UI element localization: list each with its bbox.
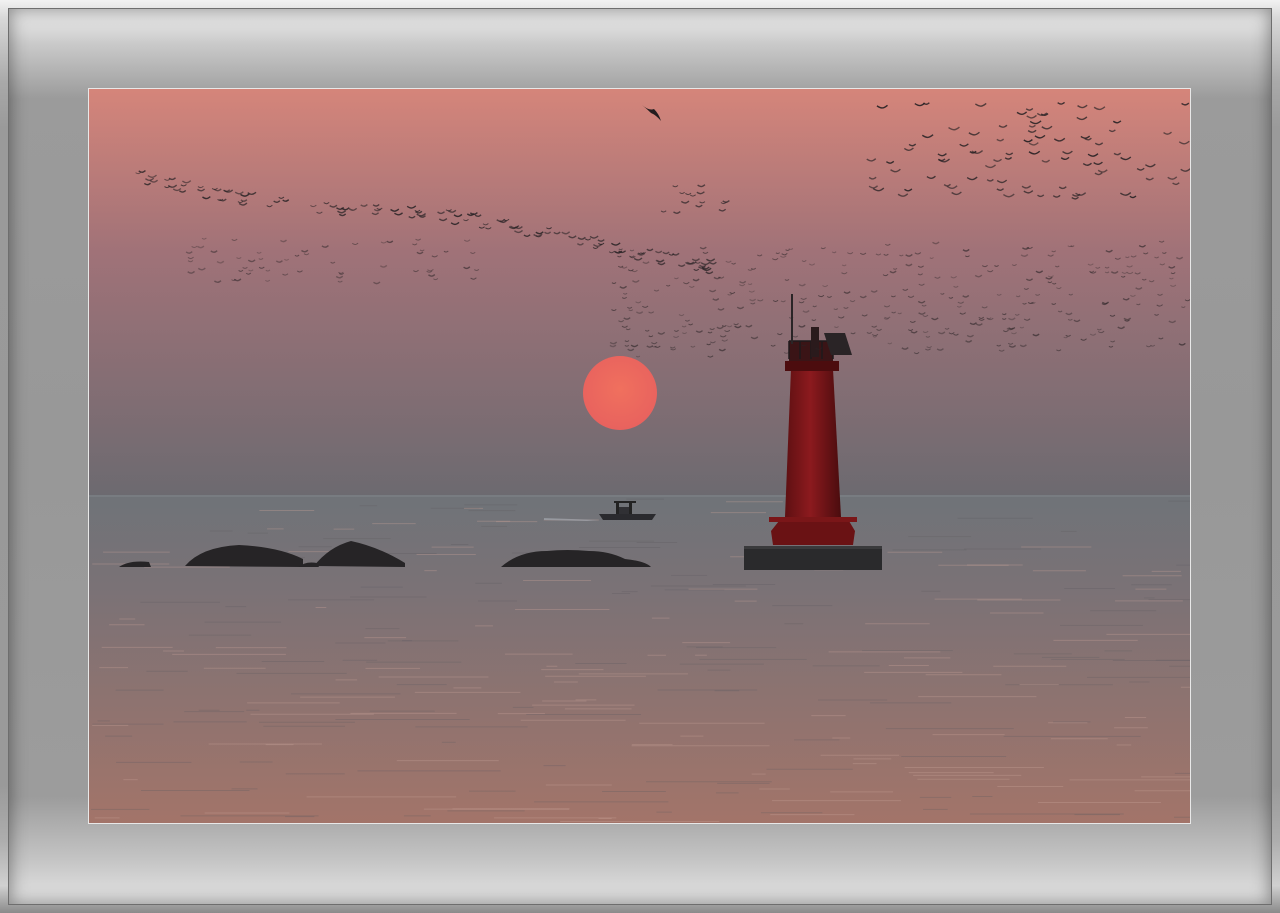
sunset-scene xyxy=(89,89,1190,823)
sky xyxy=(89,89,1190,497)
setting-sun xyxy=(583,356,657,430)
photograph xyxy=(88,88,1191,824)
sea xyxy=(89,495,1190,823)
